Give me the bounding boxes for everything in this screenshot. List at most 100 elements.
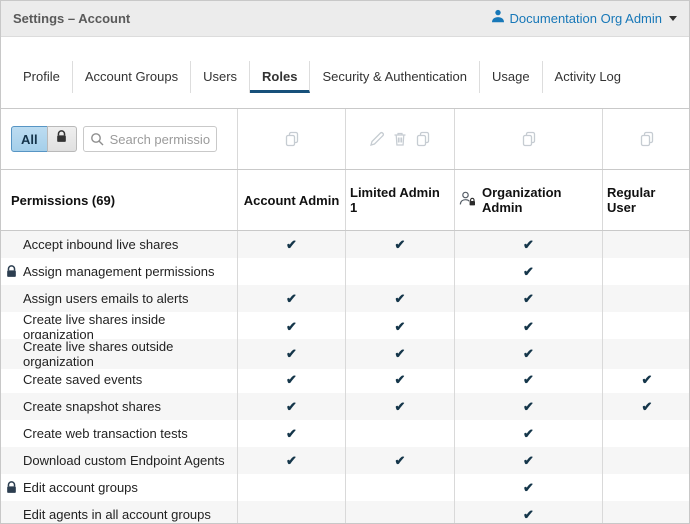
check-cell: [237, 501, 345, 524]
copy-icon[interactable]: [521, 131, 537, 147]
tab-roles[interactable]: Roles: [250, 61, 310, 93]
check-cell: ✔: [602, 366, 690, 393]
user-icon: [491, 9, 505, 28]
check-cell: ✔: [454, 393, 602, 420]
permission-label: Create snapshot shares: [1, 393, 237, 420]
check-cell: ✔: [237, 447, 345, 474]
page-title: Settings – Account: [13, 11, 130, 26]
check-cell: [345, 420, 454, 447]
filter-all-button[interactable]: All: [11, 126, 48, 152]
permission-label: Create live shares inside organization: [1, 312, 237, 342]
limited-admin-actions: [345, 109, 454, 169]
lock-icon: [56, 130, 67, 148]
permissions-header: Permissions (69): [1, 170, 237, 230]
check-cell: ✔: [345, 393, 454, 420]
tab-profile[interactable]: Profile: [11, 61, 73, 93]
check-cell: [602, 474, 690, 501]
check-cell: [345, 501, 454, 524]
permission-label: Create web transaction tests: [1, 420, 237, 447]
check-cell: ✔: [454, 231, 602, 258]
top-bar: Settings – Account Documentation Org Adm…: [1, 1, 689, 37]
check-cell: [602, 420, 690, 447]
copy-icon[interactable]: [284, 131, 300, 147]
copy-icon[interactable]: [415, 131, 431, 147]
check-cell: ✔: [454, 447, 602, 474]
check-cell: ✔: [237, 312, 345, 342]
table-row: Create saved events ✔ ✔ ✔ ✔: [1, 366, 689, 393]
check-cell: ✔: [454, 339, 602, 369]
check-cell: [237, 474, 345, 501]
column-limited-admin-1: Limited Admin 1: [345, 170, 454, 230]
check-cell: [602, 501, 690, 524]
filter-locked-button[interactable]: [47, 126, 77, 152]
check-cell: ✔: [237, 366, 345, 393]
permission-label: Accept inbound live shares: [1, 231, 237, 258]
tab-usage[interactable]: Usage: [480, 61, 543, 93]
check-cell: [602, 339, 690, 369]
user-menu[interactable]: Documentation Org Admin: [491, 9, 677, 28]
permission-label: Assign users emails to alerts: [1, 285, 237, 312]
permission-text: Assign management permissions: [23, 264, 214, 279]
table-actions-row: All: [1, 109, 689, 170]
check-cell: [602, 312, 690, 342]
column-regular-user: Regular User: [602, 170, 690, 230]
permission-label: Create live shares outside organization: [1, 339, 237, 369]
check-cell: ✔: [345, 312, 454, 342]
table-row: Create live shares outside organization …: [1, 339, 689, 366]
check-cell: [602, 285, 690, 312]
check-cell: ✔: [454, 258, 602, 285]
copy-icon[interactable]: [639, 131, 655, 147]
check-cell: ✔: [237, 393, 345, 420]
search-permissions: [83, 126, 217, 152]
table-row: Accept inbound live shares ✔ ✔ ✔: [1, 231, 689, 258]
table-row: Create web transaction tests ✔ ✔: [1, 420, 689, 447]
column-label: Limited Admin 1: [350, 185, 450, 215]
column-label: Organization Admin: [482, 185, 598, 215]
check-cell: ✔: [237, 231, 345, 258]
check-cell: ✔: [454, 420, 602, 447]
check-cell: [602, 447, 690, 474]
check-cell: ✔: [237, 339, 345, 369]
regular-user-actions: [602, 109, 690, 169]
check-cell: ✔: [345, 339, 454, 369]
account-admin-actions: [237, 109, 345, 169]
permission-text: Edit account groups: [23, 480, 138, 495]
chevron-down-icon: [669, 16, 677, 21]
tabs-bar: Profile Account Groups Users Roles Secur…: [1, 37, 689, 108]
edit-icon[interactable]: [369, 131, 385, 147]
table-row: Assign management permissions ✔: [1, 258, 689, 285]
settings-account-page: Settings – Account Documentation Org Adm…: [0, 0, 690, 524]
column-label: Account Admin: [244, 193, 340, 208]
tab-activity-log[interactable]: Activity Log: [543, 61, 633, 93]
roles-permissions-table: All: [1, 108, 689, 524]
filter-cell: All: [1, 109, 237, 169]
permission-label: Assign management permissions: [1, 258, 237, 285]
permission-label: Edit agents in all account groups: [1, 501, 237, 524]
check-cell: ✔: [602, 393, 690, 420]
check-cell: ✔: [345, 231, 454, 258]
column-account-admin: Account Admin: [237, 170, 345, 230]
permission-label: Edit account groups: [1, 474, 237, 501]
lock-icon: [6, 265, 17, 281]
check-cell: ✔: [454, 366, 602, 393]
check-cell: [602, 231, 690, 258]
check-cell: ✔: [345, 366, 454, 393]
delete-icon[interactable]: [392, 131, 408, 147]
permission-label: Create saved events: [1, 366, 237, 393]
check-cell: [345, 258, 454, 285]
permission-label: Download custom Endpoint Agents: [1, 447, 237, 474]
tab-users[interactable]: Users: [191, 61, 250, 93]
table-row: Edit account groups ✔: [1, 474, 689, 501]
check-cell: ✔: [454, 474, 602, 501]
tab-security-authentication[interactable]: Security & Authentication: [310, 61, 480, 93]
check-cell: ✔: [345, 447, 454, 474]
table-row: Edit agents in all account groups ✔: [1, 501, 689, 524]
table-row: Assign users emails to alerts ✔ ✔ ✔: [1, 285, 689, 312]
check-cell: ✔: [345, 285, 454, 312]
tab-account-groups[interactable]: Account Groups: [73, 61, 191, 93]
check-cell: ✔: [237, 420, 345, 447]
table-row: Create snapshot shares ✔ ✔ ✔ ✔: [1, 393, 689, 420]
table-row: Create live shares inside organization ✔…: [1, 312, 689, 339]
table-header-row: Permissions (69) Account Admin Limited A…: [1, 170, 689, 231]
check-cell: [602, 258, 690, 285]
